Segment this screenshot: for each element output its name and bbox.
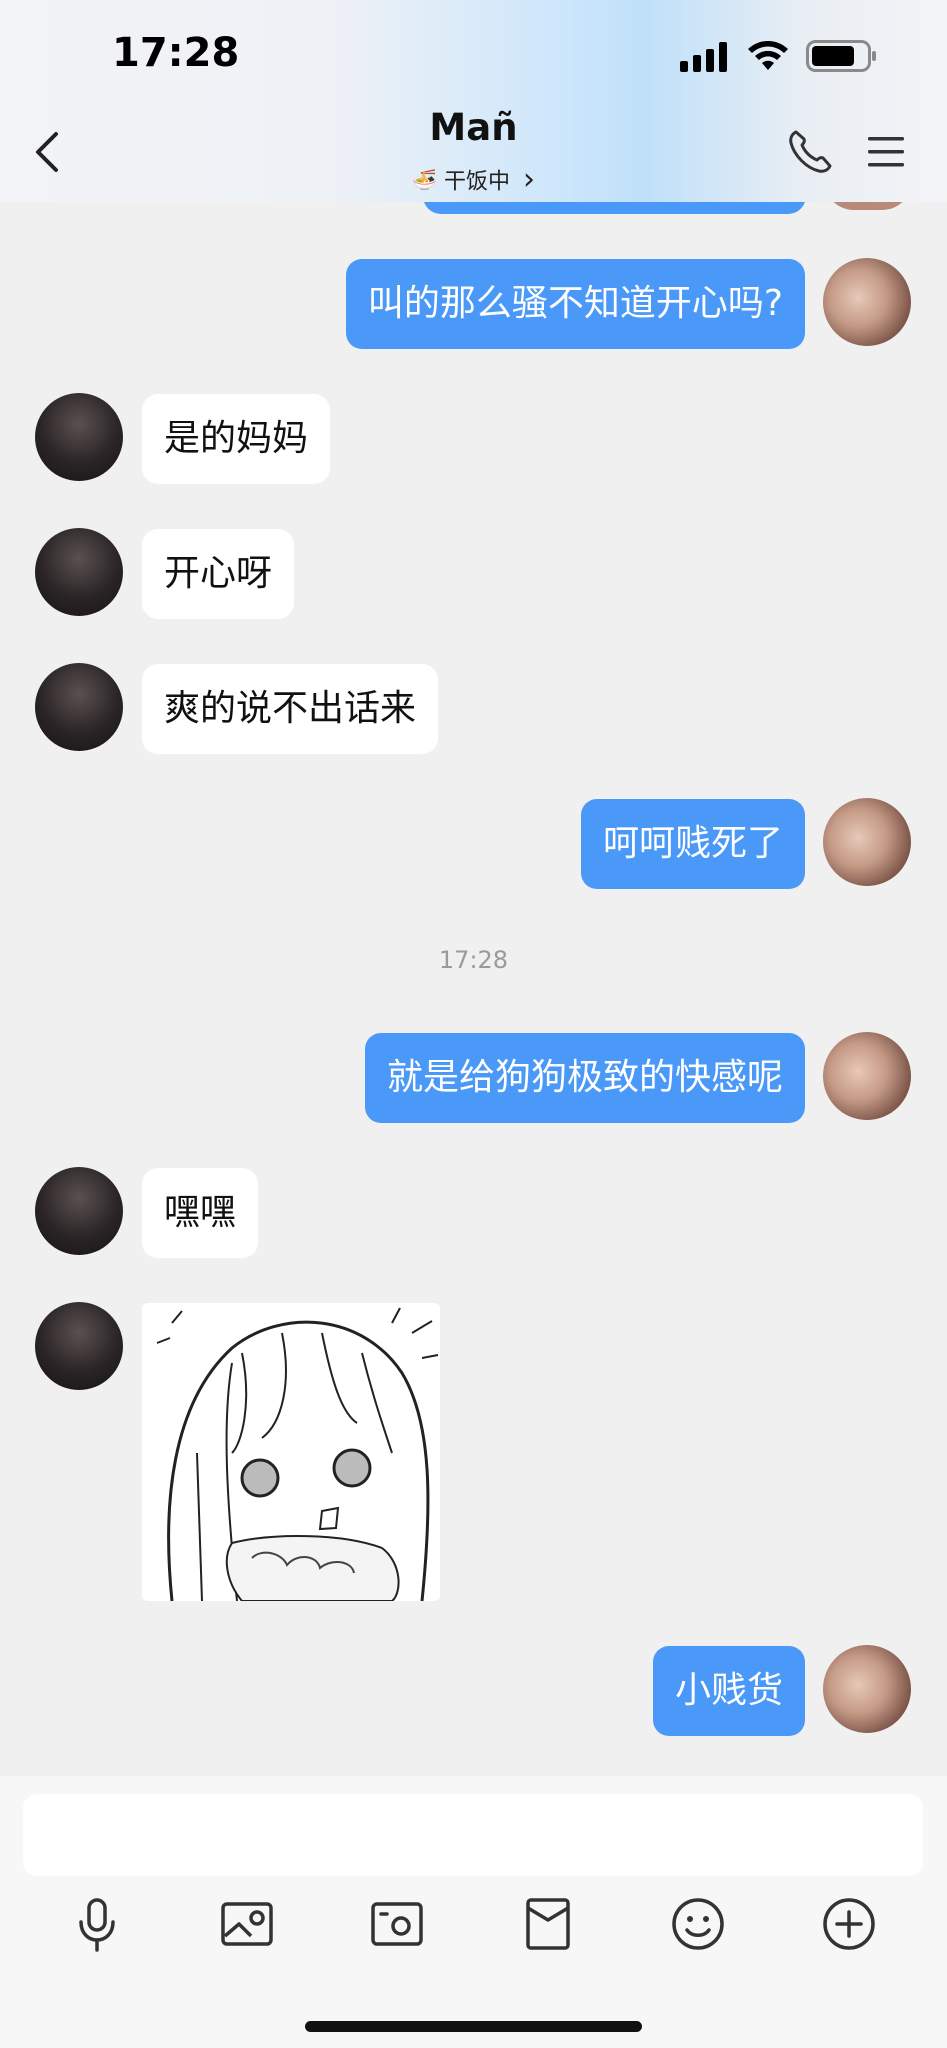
message-bubble-incoming[interactable]: 是的妈妈: [142, 394, 331, 484]
sticker-image[interactable]: [142, 1303, 440, 1601]
phone-call-icon[interactable]: [786, 128, 834, 176]
status-bar-time: 17:28: [112, 30, 240, 76]
microphone-icon[interactable]: [67, 1894, 127, 1954]
message-bubble-incoming[interactable]: 嘿嘿: [142, 1168, 259, 1258]
status-text: 干饭中: [443, 169, 510, 195]
avatar[interactable]: [35, 528, 123, 616]
avatar[interactable]: [35, 1302, 123, 1390]
message-bubble-outgoing[interactable]: 小贱货: [652, 1646, 805, 1736]
avatar[interactable]: [823, 1645, 911, 1733]
message-input[interactable]: [23, 1794, 923, 1876]
status-emoji: 🍜: [412, 167, 437, 192]
message-bubble-incoming[interactable]: 开心呀: [142, 529, 295, 619]
avatar[interactable]: [823, 258, 911, 346]
avatar[interactable]: [823, 798, 911, 886]
timestamp: 17:28: [438, 946, 509, 974]
red-packet-icon[interactable]: [518, 1894, 578, 1954]
plus-icon[interactable]: [819, 1894, 879, 1954]
avatar[interactable]: [823, 1032, 911, 1120]
wifi-icon: [748, 41, 788, 70]
anime-girl-sticker-icon: [142, 1303, 440, 1601]
signal-icon: [680, 42, 727, 72]
chat-header: 17:28 Mañ 🍜 干饭中 ›: [0, 0, 947, 202]
message-bubble-incoming[interactable]: 爽的说不出话来: [142, 664, 439, 754]
message-bubble-outgoing[interactable]: 叫的那么骚不知道开心吗?: [345, 259, 805, 349]
menu-icon[interactable]: [866, 134, 906, 170]
camera-icon[interactable]: [367, 1894, 427, 1954]
image-icon[interactable]: [217, 1894, 277, 1954]
chevron-right-icon: ›: [522, 162, 535, 197]
emoji-icon[interactable]: [668, 1894, 728, 1954]
battery-icon: [806, 40, 876, 72]
avatar[interactable]: [35, 393, 123, 481]
avatar[interactable]: [35, 1167, 123, 1255]
input-panel: [0, 1776, 947, 2048]
message-bubble-outgoing[interactable]: 呵呵贱死了: [580, 799, 805, 889]
home-indicator[interactable]: [305, 2021, 642, 2032]
avatar[interactable]: [35, 663, 123, 751]
message-bubble-outgoing[interactable]: 就是给狗狗极致的快感呢: [364, 1033, 805, 1123]
